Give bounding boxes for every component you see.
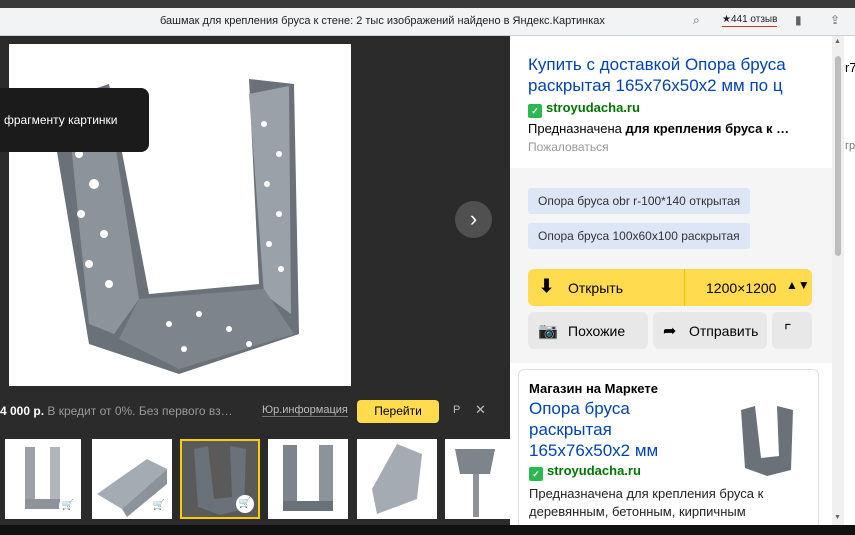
thumbnail-image	[455, 449, 495, 517]
bottom-edge	[0, 525, 855, 535]
next-image-button[interactable]: ›	[455, 201, 492, 238]
chevron-right-icon: ›	[469, 206, 478, 231]
desc-prefix: Предназначена	[528, 121, 626, 136]
collection-button[interactable]: ⌜	[772, 312, 812, 349]
market-title-link[interactable]: Опора бруса раскрытая 165х76х50х2 мм	[529, 398, 689, 461]
open-image-button[interactable]: ⬇ Открыть 1200×1200 ▲▼	[528, 269, 812, 306]
open-label: Открыть	[568, 280, 623, 296]
scroll-down-icon[interactable]: ▼	[834, 514, 841, 521]
complain-link[interactable]: Пожаловаться	[528, 140, 609, 154]
scroll-thumb[interactable]	[835, 56, 841, 256]
close-icon[interactable]: ✕	[475, 402, 486, 418]
related-chip-1[interactable]: Опора бруса obr r-100*140 открытая	[528, 188, 751, 214]
thumbnail-6[interactable]	[445, 439, 510, 519]
sort-arrows-icon[interactable]: ▲▼	[786, 278, 810, 292]
share-arrow-icon: ➦	[663, 323, 677, 340]
image-viewer: фрагменту картинки › 4 000 р. В кредит о…	[0, 36, 510, 535]
search-by-fragment-tooltip: фрагменту картинки	[0, 88, 149, 152]
ad-marker: Р	[453, 404, 461, 416]
actions-section: Опора бруса obr r-100*140 открытая Опора…	[510, 168, 832, 363]
product-thumbnail	[741, 406, 793, 476]
ad-bar: 4 000 р. В кредит от 0%. Без первого вз……	[0, 400, 510, 423]
source-result: Купить с доставкой Опора бруса раскрытая…	[518, 36, 829, 164]
bookmark-icon[interactable]: ▮	[795, 13, 802, 27]
market-site[interactable]: ✓ stroyudacha.ru	[529, 463, 641, 481]
related-chip-2[interactable]: Опора бруса 100х60х100 раскрытая	[528, 223, 750, 249]
browser-tab-bar: башмак для крепления бруса к стене: 2 ты…	[0, 8, 855, 36]
size-select[interactable]: 1200×1200	[706, 280, 776, 296]
market-description: Предназначена для крепления бруса к дере…	[529, 486, 779, 525]
thumbnail-image	[372, 444, 422, 514]
detail-panel: Купить с доставкой Опора бруса раскрытая…	[510, 36, 855, 525]
price-value: 4 000 р.	[0, 404, 45, 418]
similar-button[interactable]: 📷 Похожие	[528, 312, 648, 349]
thumbnail-image	[283, 445, 333, 511]
download-icon: ⬇	[539, 276, 555, 296]
cart-icon: 🛒	[59, 497, 77, 515]
result-site[interactable]: ✓ stroyudacha.ru	[528, 100, 640, 118]
edge-text: r7	[845, 60, 855, 75]
thumbnail-2[interactable]: 🛒	[92, 439, 172, 519]
result-title-link[interactable]: Купить с доставкой Опора бруса раскрытая…	[528, 54, 818, 96]
site-label: stroyudacha.ru	[546, 100, 640, 115]
credit-text: В кредит от 0%. Без первого вз…	[47, 404, 233, 418]
tooltip-text: фрагменту картинки	[4, 113, 118, 127]
thumbnail-5[interactable]	[357, 439, 437, 519]
thumbnail-strip: 🛒 🛒 🛒	[0, 439, 510, 519]
cart-icon: 🛒	[236, 495, 254, 513]
divider	[684, 269, 685, 306]
search-icon[interactable]: ⌕	[693, 13, 700, 28]
browser-top-strip	[0, 0, 855, 8]
share-button[interactable]: ➦ Отправить	[653, 312, 767, 349]
desc-bold: для крепления бруса к …	[625, 121, 790, 136]
similar-label: Похожие	[568, 323, 626, 339]
result-description: Предназначена для крепления бруса к …	[528, 121, 789, 136]
market-header: Магазин на Маркете	[529, 381, 658, 396]
scroll-up-icon[interactable]: ▲	[834, 38, 841, 45]
panel-scrollbar[interactable]: ▲ ▼	[832, 36, 844, 525]
ad-price: 4 000 р. В кредит от 0%. Без первого вз…	[0, 404, 233, 418]
go-button[interactable]: Перейти	[357, 400, 439, 423]
tab-title[interactable]: башмак для крепления бруса к стене: 2 ты…	[160, 15, 605, 27]
share-icon[interactable]: ⇪	[830, 13, 840, 27]
bookmark-corner-icon: ⌜	[784, 323, 792, 340]
rating-badge[interactable]: ★441 отзыв	[722, 14, 778, 27]
market-site-label: stroyudacha.ru	[547, 463, 641, 478]
cart-icon: 🛒	[150, 497, 168, 515]
thumbnail-3-selected[interactable]: 🛒	[180, 439, 260, 519]
site-favicon-icon: ✓	[529, 467, 543, 481]
legal-info-link[interactable]: Юр.информация	[262, 404, 348, 417]
thumbnail-1[interactable]: 🛒	[5, 439, 81, 519]
market-card: Магазин на Маркете Опора бруса раскрытая…	[518, 369, 819, 525]
camera-icon: 📷	[538, 323, 558, 340]
share-label: Отправить	[689, 323, 759, 339]
market-product-image[interactable]	[727, 398, 811, 482]
site-favicon-icon: ✓	[528, 104, 542, 118]
thumbnail-4[interactable]	[268, 439, 348, 519]
edge-text-2: гр	[845, 140, 855, 152]
